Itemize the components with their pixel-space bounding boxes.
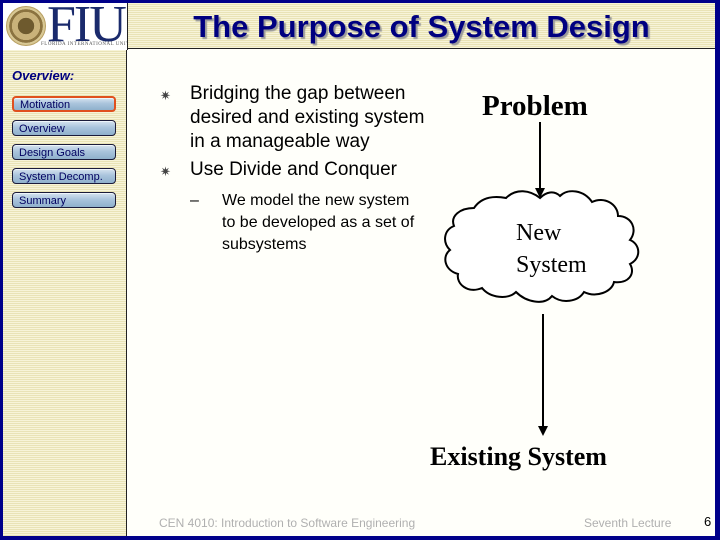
new-system-line2: System [516, 252, 587, 278]
nav-button-design-goals[interactable]: Design Goals [12, 144, 116, 160]
bullet-text: Use Divide and Conquer [190, 159, 398, 180]
asterisk-bullet-icon: ✷ [160, 88, 171, 103]
slide-title: The Purpose of System Design [193, 9, 650, 44]
problem-label: Problem [482, 90, 588, 122]
bullet-text: Bridging the gap between desired and exi… [190, 83, 425, 152]
nav-button-motivation[interactable]: Motivation [12, 96, 116, 112]
bullet-list: ✷ Bridging the gap between desired and e… [160, 82, 430, 256]
bullet-item: ✷ Bridging the gap between desired and e… [160, 82, 430, 154]
sidebar: Overview: Motivation Overview Design Goa… [3, 50, 127, 536]
asterisk-bullet-icon: ✷ [160, 164, 171, 179]
sub-bullet-text: We model the new system to be developed … [222, 192, 415, 253]
fiu-logo: FIU Florida International University [3, 3, 128, 50]
dash-marker: – [190, 192, 199, 209]
arrow-new-system-to-existing [538, 314, 548, 436]
title-bar: The Purpose of System Design [128, 3, 715, 49]
new-system-line1: New [516, 220, 562, 246]
nav-button-summary[interactable]: Summary [12, 192, 116, 208]
design-diagram: Problem New System Existing System [420, 70, 680, 480]
arrow-problem-to-new-system [535, 122, 545, 198]
nav-button-overview[interactable]: Overview [12, 120, 116, 136]
nav-button-system-decomp[interactable]: System Decomp. [12, 168, 116, 184]
footer-lecture: Seventh Lecture [584, 516, 672, 530]
sub-bullet-item: – We model the new system to be develope… [160, 190, 422, 256]
footer-course: CEN 4010: Introduction to Software Engin… [159, 516, 416, 530]
existing-system-label: Existing System [430, 442, 607, 471]
university-seal-icon [6, 6, 46, 46]
bullet-item: ✷ Use Divide and Conquer [160, 158, 430, 182]
new-system-label: New System [516, 217, 587, 281]
sidebar-title: Overview: [12, 68, 75, 83]
page-number: 6 [704, 514, 712, 529]
logo-subtitle: Florida International University [41, 42, 127, 47]
